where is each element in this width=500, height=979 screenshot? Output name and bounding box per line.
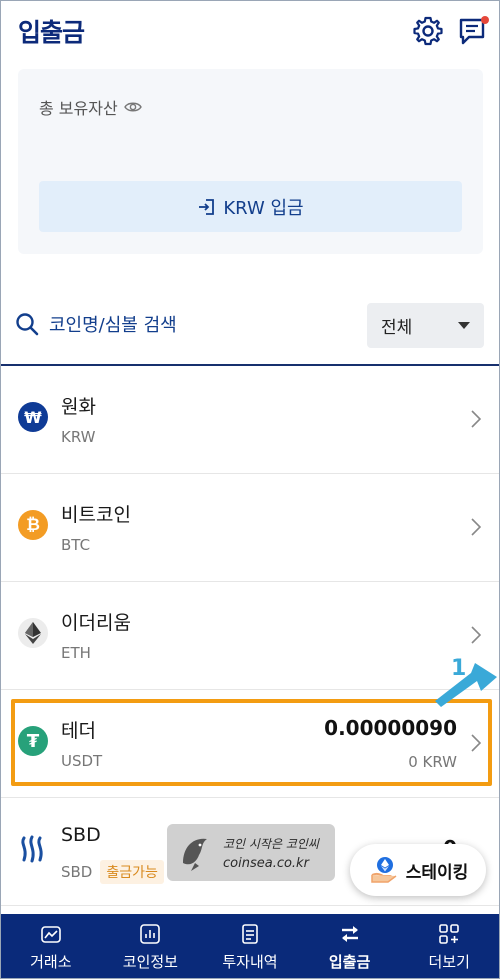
watermark-text: 코인 시작은 코인씨 coinsea.co.kr <box>223 835 319 871</box>
login-arrow-icon <box>199 198 215 215</box>
coin-symbol: BTC <box>61 536 91 554</box>
krw-deposit-button[interactable]: KRW 입금 <box>39 181 462 232</box>
top-header: 입출금 <box>1 1 499 63</box>
bitcoin-icon: ₿ <box>18 510 48 540</box>
search-icon <box>16 313 39 336</box>
coin-symbol-row: KRW <box>61 428 95 446</box>
coin-symbol: USDT <box>61 752 103 770</box>
coin-row-eth[interactable]: 이더리움 ETH <box>1 582 499 690</box>
app-frame: 입출금 총 보유자산 KRW 입금 코인명/심볼 검색 전체 ₩ 원화 KRW … <box>0 0 500 979</box>
nav-label: 거래소 <box>30 952 72 971</box>
steem-dollar-icon <box>18 834 48 864</box>
coin-krw-value: 0 KRW <box>408 753 457 771</box>
nav-label: 투자내역 <box>222 952 278 971</box>
nav-label: 입출금 <box>328 952 371 971</box>
document-icon <box>242 923 258 944</box>
coin-row-krw[interactable]: ₩ 원화 KRW <box>1 366 499 474</box>
total-asset-label: 총 보유자산 <box>39 99 118 118</box>
coin-amount: 0.00000090 <box>324 716 457 740</box>
chevron-right-icon <box>471 410 481 428</box>
ethereum-icon <box>18 618 48 648</box>
coin-search-button[interactable]: 코인명/심볼 검색 <box>15 311 177 337</box>
caret-down-icon <box>458 322 470 329</box>
dolphin-logo-icon <box>183 838 207 871</box>
coin-filter-dropdown[interactable]: 전체 <box>367 303 484 348</box>
exchange-icon <box>40 925 61 943</box>
bottom-nav: 거래소 코인정보 투자내역 입출금 더보기 <box>1 914 499 978</box>
annotation-number: 1 <box>451 656 466 681</box>
won-coin-icon: ₩ <box>18 402 48 432</box>
eye-icon[interactable] <box>123 100 142 114</box>
more-icon <box>439 923 459 944</box>
coin-row-usdt[interactable]: ₮ 테더 USDT 0.00000090 0 KRW <box>1 690 499 798</box>
coin-name: SBD <box>61 824 101 846</box>
search-row: 코인명/심볼 검색 전체 <box>1 301 499 355</box>
page-title: 입출금 <box>18 18 85 47</box>
coin-symbol: ETH <box>61 644 91 662</box>
filter-value: 전체 <box>381 318 413 338</box>
coin-row-btc[interactable]: ₿ 비트코인 BTC <box>1 474 499 582</box>
coin-name: 원화 <box>61 396 96 418</box>
nav-exchange[interactable]: 거래소 <box>1 914 101 978</box>
chevron-right-icon <box>471 626 481 644</box>
tether-icon: ₮ <box>18 726 48 756</box>
transfer-icon <box>341 925 358 942</box>
watermark-line2: coinsea.co.kr <box>223 855 309 871</box>
staking-hand-icon <box>370 857 397 883</box>
chart-icon <box>140 923 161 944</box>
watermark-line1: 코인 시작은 코인씨 <box>223 836 319 851</box>
nav-more[interactable]: 더보기 <box>399 914 499 978</box>
notification-dot <box>481 16 489 24</box>
gear-icon[interactable] <box>412 15 444 47</box>
krw-deposit-label: KRW 입금 <box>223 197 304 219</box>
nav-label: 더보기 <box>428 952 470 971</box>
total-asset-card: 총 보유자산 KRW 입금 <box>18 69 483 254</box>
search-label: 코인명/심볼 검색 <box>49 315 177 336</box>
nav-investment-history[interactable]: 투자내역 <box>200 914 300 978</box>
chevron-right-icon <box>471 518 481 536</box>
coin-name: 비트코인 <box>61 504 131 526</box>
coin-symbol: SBD <box>61 863 93 881</box>
asset-label-row: 총 보유자산 <box>39 95 142 119</box>
watermark: 코인 시작은 코인씨 coinsea.co.kr <box>167 824 335 881</box>
withdraw-available-badge: 출금가능 <box>100 860 164 884</box>
annotation-arrow-icon: 1 <box>435 656 497 707</box>
coin-symbol-row: BTC <box>61 536 90 554</box>
coin-symbol: KRW <box>61 428 96 446</box>
coin-symbol-row: SBD 출금가능 <box>61 860 164 884</box>
coin-name: 이더리움 <box>61 612 131 634</box>
coin-symbol-row: USDT <box>61 752 102 770</box>
coin-name: 테더 <box>61 720 96 742</box>
nav-coin-info[interactable]: 코인정보 <box>101 914 201 978</box>
nav-label: 코인정보 <box>122 952 178 971</box>
staking-button[interactable]: 스테이킹 <box>350 844 486 896</box>
nav-deposit-withdraw[interactable]: 입출금 <box>300 914 400 978</box>
staking-label: 스테이킹 <box>405 862 469 883</box>
chevron-right-icon <box>471 734 481 752</box>
coin-symbol-row: ETH <box>61 644 91 662</box>
